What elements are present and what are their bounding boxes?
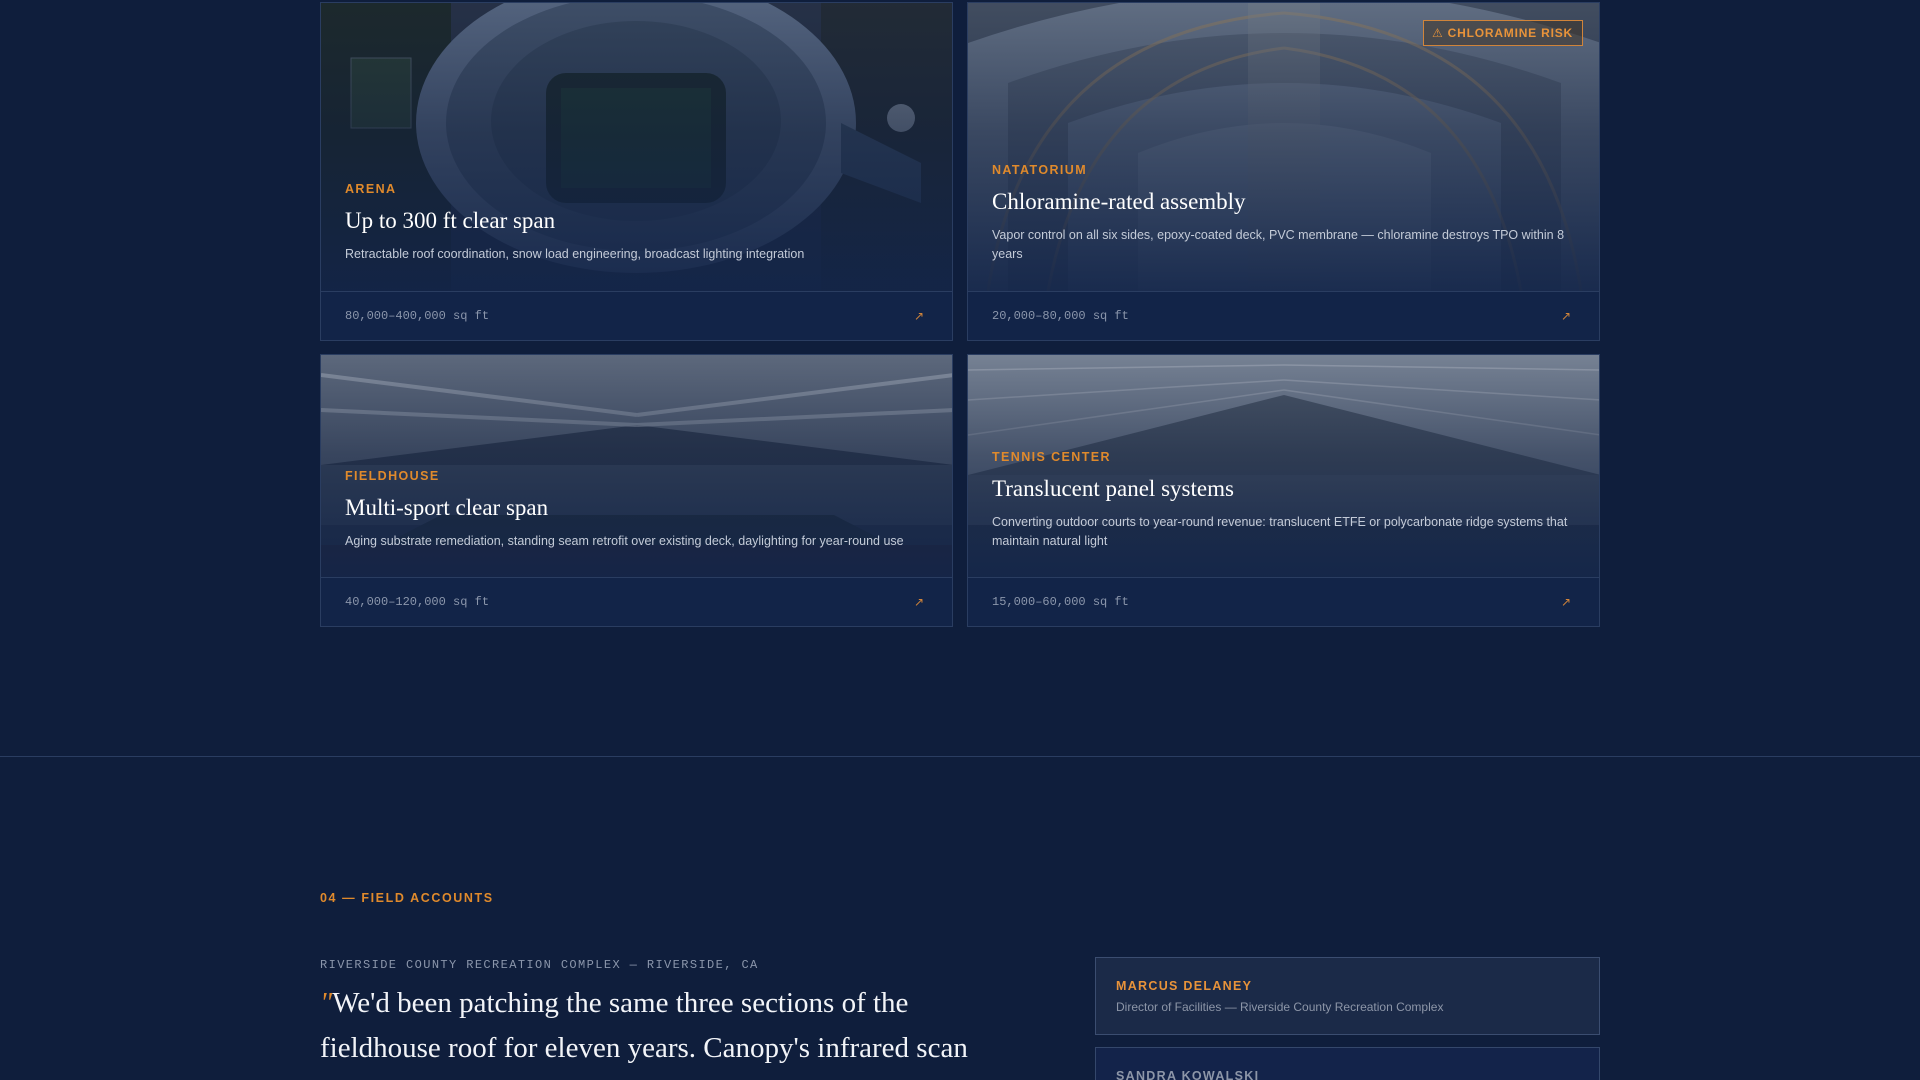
section-divider	[0, 756, 1920, 757]
testimonial-person-marcus-delaney[interactable]: MARCUS DELANEY Director of Facilities — …	[1095, 957, 1600, 1035]
arrow-up-right-icon[interactable]: ↗	[914, 309, 924, 323]
quote-mark-icon: "	[320, 987, 333, 1019]
card-text: FIELDHOUSE Multi-sport clear span Aging …	[345, 469, 928, 551]
square-footage: 80,000–400,000 sq ft	[345, 309, 490, 323]
facility-card-arena[interactable]: ARENA Up to 300 ft clear span Retractabl…	[320, 2, 953, 341]
facility-card-fieldhouse[interactable]: FIELDHOUSE Multi-sport clear span Aging …	[320, 354, 953, 627]
square-footage: 20,000–80,000 sq ft	[992, 309, 1129, 323]
card-title: Chloramine-rated assembly	[992, 189, 1246, 214]
card-media: TENNIS CENTER Translucent panel systems …	[968, 355, 1599, 577]
card-title: Translucent panel systems	[992, 476, 1234, 501]
card-media: ARENA Up to 300 ft clear span Retractabl…	[321, 3, 952, 291]
arrow-up-right-icon[interactable]: ↗	[1561, 595, 1571, 609]
card-description: Vapor control on all six sides, epoxy-co…	[992, 228, 1565, 261]
card-media: FIELDHOUSE Multi-sport clear span Aging …	[321, 355, 952, 577]
facility-card-natatorium[interactable]: ⚠ CHLORAMINE RISK NATATORIUM Chloramine-…	[967, 2, 1600, 341]
testimonial-location: RIVERSIDE COUNTY RECREATION COMPLEX — RI…	[320, 958, 759, 972]
arrow-up-right-icon[interactable]: ↗	[914, 595, 924, 609]
chloramine-risk-badge: ⚠ CHLORAMINE RISK	[1422, 20, 1583, 46]
testimonial-person-sandra-kowalski[interactable]: SANDRA KOWALSKI	[1095, 1047, 1600, 1080]
card-text: ARENA Up to 300 ft clear span Retractabl…	[345, 182, 928, 264]
card-category: FIELDHOUSE	[345, 469, 440, 483]
card-category: ARENA	[345, 182, 397, 196]
card-description: Retractable roof coordination, snow load…	[345, 247, 805, 261]
person-name: MARCUS DELANEY	[1116, 979, 1253, 993]
card-category: TENNIS CENTER	[992, 450, 1111, 464]
testimonial-quote: "We'd been patching the same three secti…	[320, 981, 1020, 1071]
card-footer: 15,000–60,000 sq ft ↗	[968, 577, 1599, 626]
person-role: Director of Facilities — Riverside Count…	[1116, 1000, 1444, 1014]
card-text: NATATORIUM Chloramine-rated assembly Vap…	[992, 163, 1575, 264]
card-description: Converting outdoor courts to year-round …	[992, 515, 1568, 548]
square-footage: 40,000–120,000 sq ft	[345, 595, 490, 609]
quote-text: We'd been patching the same three sectio…	[320, 987, 968, 1064]
card-footer: 20,000–80,000 sq ft ↗	[968, 291, 1599, 340]
arrow-up-right-icon[interactable]: ↗	[1561, 309, 1571, 323]
facility-card-tennis-center[interactable]: TENNIS CENTER Translucent panel systems …	[967, 354, 1600, 627]
section-label: 04 — FIELD ACCOUNTS	[320, 891, 494, 905]
card-description: Aging substrate remediation, standing se…	[345, 534, 904, 548]
facility-grid: ARENA Up to 300 ft clear span Retractabl…	[320, 2, 1600, 627]
card-media: ⚠ CHLORAMINE RISK NATATORIUM Chloramine-…	[968, 3, 1599, 291]
person-name: SANDRA KOWALSKI	[1116, 1069, 1260, 1080]
card-footer: 80,000–400,000 sq ft ↗	[321, 291, 952, 340]
card-title: Multi-sport clear span	[345, 495, 549, 520]
card-title: Up to 300 ft clear span	[345, 208, 556, 233]
card-category: NATATORIUM	[992, 163, 1088, 177]
page: ARENA Up to 300 ft clear span Retractabl…	[0, 0, 1920, 1080]
card-footer: 40,000–120,000 sq ft ↗	[321, 577, 952, 626]
card-text: TENNIS CENTER Translucent panel systems …	[992, 450, 1575, 551]
square-footage: 15,000–60,000 sq ft	[992, 595, 1129, 609]
